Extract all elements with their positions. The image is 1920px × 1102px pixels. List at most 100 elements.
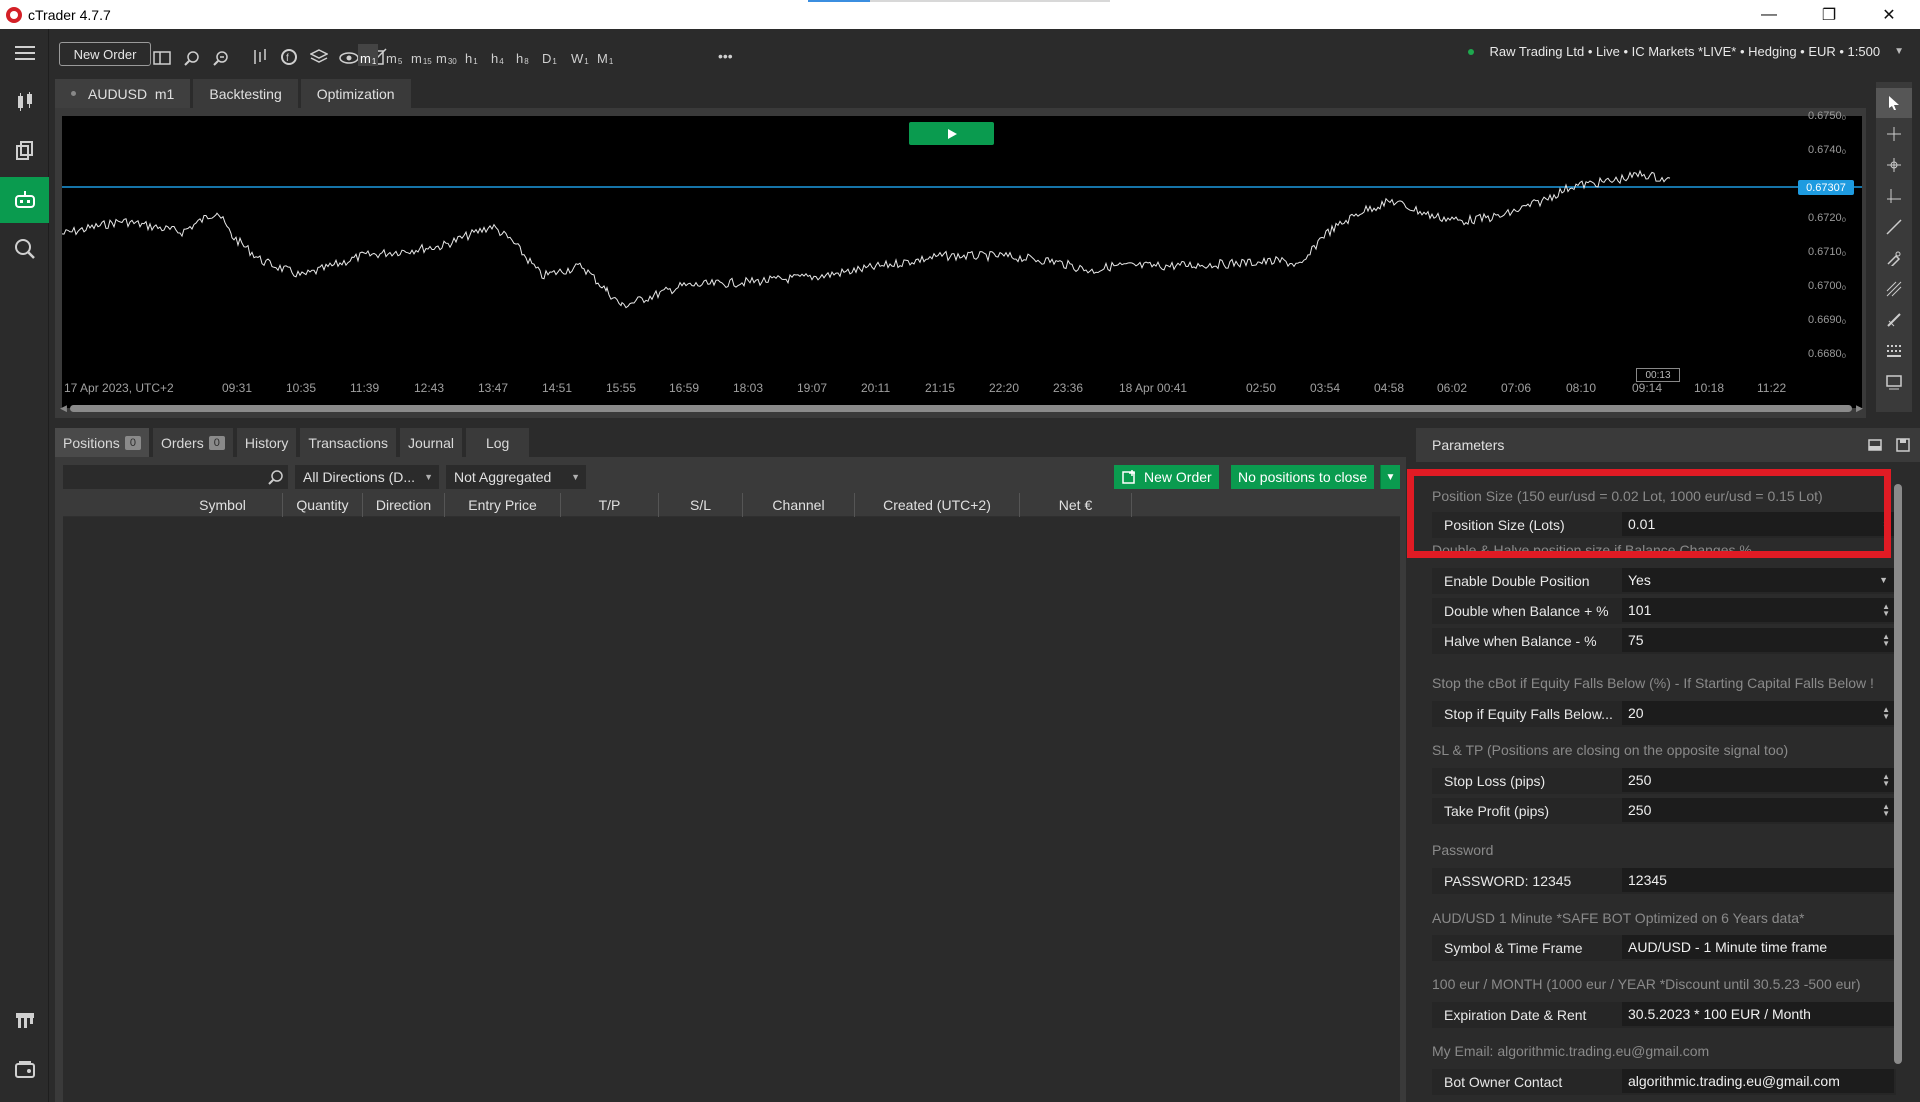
new-order-button[interactable]: New Order xyxy=(59,42,151,66)
parameter-value: 20 xyxy=(1628,705,1644,721)
positions-search-input[interactable] xyxy=(63,465,288,489)
minimize-panel-icon[interactable] xyxy=(1868,439,1882,451)
time-tick-label: 08:10 xyxy=(1566,381,1597,395)
account-selector[interactable]: Raw Trading Ltd • Live • IC Markets *LIV… xyxy=(1467,44,1904,59)
direction-filter-dropdown[interactable]: All Directions (D... ▼ xyxy=(295,465,439,489)
cursor-icon[interactable] xyxy=(1876,88,1912,118)
spinner-arrows-icon[interactable]: ▲ ▼ xyxy=(1882,706,1890,721)
parameter-input[interactable]: 12345 xyxy=(1622,868,1894,892)
layout-icon[interactable] xyxy=(153,44,171,66)
positions-new-order-button[interactable]: New Order xyxy=(1114,465,1219,489)
wallet-icon[interactable] xyxy=(0,1046,49,1092)
chart-type-icon[interactable] xyxy=(251,44,269,66)
tab-history[interactable]: History xyxy=(236,428,297,457)
parameter-name: Double when Balance + % xyxy=(1444,603,1609,619)
column-header[interactable]: Created (UTC+2) xyxy=(855,493,1020,517)
parameter-name: Expiration Date & Rent xyxy=(1444,1007,1587,1023)
store-icon[interactable] xyxy=(0,997,49,1043)
parameter-input[interactable]: 250 ▲ ▼ xyxy=(1622,798,1894,822)
timeframe-D1[interactable]: D1 xyxy=(542,44,557,66)
parameter-input[interactable]: 250 ▲ ▼ xyxy=(1622,768,1894,792)
analyze-icon[interactable] xyxy=(0,226,49,272)
chart-container xyxy=(55,108,1866,418)
time-tick-label: 18 Apr 00:41 xyxy=(1119,381,1188,395)
timeframe-h8[interactable]: h8 xyxy=(516,44,529,66)
spinner-arrows-icon[interactable]: ▲ ▼ xyxy=(1882,603,1890,618)
scroll-left-icon[interactable]: ◀ xyxy=(60,403,67,414)
timeframe-W1[interactable]: W1 xyxy=(571,44,589,66)
indicators-icon[interactable]: f xyxy=(280,44,298,66)
parameter-input[interactable]: AUD/USD - 1 Minute time frame xyxy=(1622,935,1894,959)
parameter-select[interactable]: Yes ▼ xyxy=(1622,568,1894,592)
column-header[interactable]: Entry Price xyxy=(445,493,561,517)
timeframe-h1[interactable]: h1 xyxy=(465,44,478,66)
tab-positions[interactable]: Positions 0 xyxy=(55,428,149,457)
time-tick-label: 10:18 xyxy=(1694,381,1725,395)
comment-icon[interactable] xyxy=(1876,367,1912,397)
price-chart[interactable] xyxy=(62,116,1862,408)
column-header[interactable]: S/L xyxy=(659,493,743,517)
parameter-input[interactable]: 20 ▲ ▼ xyxy=(1622,701,1894,725)
trend-line-icon[interactable] xyxy=(1876,212,1912,242)
grid-dots-icon[interactable] xyxy=(1876,336,1912,366)
parameter-input[interactable]: 30.5.2023 * 100 EUR / Month xyxy=(1622,1002,1894,1026)
minimize-button[interactable]: — xyxy=(1740,0,1798,29)
parameter-input[interactable]: 101 ▲ ▼ xyxy=(1622,598,1894,622)
copy-icon[interactable] xyxy=(0,128,49,174)
menu-icon[interactable] xyxy=(0,30,49,76)
timeframe-m30[interactable]: m 30 xyxy=(436,44,457,66)
timeframe-m5[interactable]: m5 xyxy=(386,44,402,66)
tab-status-icon xyxy=(71,91,76,96)
column-header[interactable]: Quantity xyxy=(283,493,363,517)
parameters-scrollbar[interactable] xyxy=(1894,484,1902,1064)
spinner-arrows-icon[interactable]: ▲ ▼ xyxy=(1882,803,1890,818)
spinner-arrows-icon[interactable]: ▲ ▼ xyxy=(1882,773,1890,788)
column-header[interactable]: Channel xyxy=(743,493,855,517)
column-header[interactable]: T/P xyxy=(561,493,659,517)
eye-icon[interactable] xyxy=(339,44,359,66)
measure-icon[interactable] xyxy=(1876,181,1912,211)
close-button[interactable]: ✕ xyxy=(1860,0,1918,29)
chart-horizontal-scrollbar[interactable] xyxy=(70,405,1852,412)
timeframe-h4[interactable]: h4 xyxy=(491,44,504,66)
fibonacci-icon[interactable] xyxy=(1876,274,1912,304)
tab-orders[interactable]: Orders 0 xyxy=(152,428,233,457)
tab-optimization[interactable]: Optimization xyxy=(300,79,411,108)
close-positions-button[interactable]: No positions to close xyxy=(1231,465,1375,489)
tab-transactions[interactable]: Transactions xyxy=(300,428,397,457)
brush-icon[interactable] xyxy=(1876,305,1912,335)
scroll-right-icon[interactable]: ▶ xyxy=(1856,403,1863,414)
candle-countdown: 00:13 xyxy=(1636,368,1680,382)
more-icon[interactable]: ••• xyxy=(718,42,733,64)
aggregation-dropdown[interactable]: Not Aggregated ▼ xyxy=(446,465,586,489)
spinner-arrows-icon[interactable]: ▲ ▼ xyxy=(1882,633,1890,648)
tab-journal[interactable]: Journal xyxy=(400,428,462,457)
tab-backtesting[interactable]: Backtesting xyxy=(193,79,298,108)
zoom-in-icon[interactable] xyxy=(213,44,229,66)
trade-icon[interactable] xyxy=(0,79,49,125)
column-header[interactable]: Net € xyxy=(1020,493,1132,517)
tab-audusd[interactable]: AUDUSD m1 xyxy=(55,79,191,108)
column-header[interactable]: Direction xyxy=(363,493,445,517)
tab-log[interactable]: Log xyxy=(465,428,530,457)
timeframe-M1[interactable]: M1 xyxy=(597,44,613,66)
column-header[interactable]: Symbol xyxy=(163,493,283,517)
timeframe-m15[interactable]: m 15 xyxy=(411,44,432,66)
automate-icon[interactable] xyxy=(0,177,49,223)
time-tick-label: 20:11 xyxy=(861,381,891,395)
crosshair-icon[interactable] xyxy=(1876,119,1912,149)
title-bar: cTrader 4.7.7 — ❐ ✕ xyxy=(0,0,1920,29)
pen-icon[interactable] xyxy=(1876,243,1912,273)
layers-icon[interactable] xyxy=(310,44,328,66)
zoom-cross-icon[interactable] xyxy=(1876,150,1912,180)
restore-button[interactable]: ❐ xyxy=(1800,0,1858,29)
zoom-out-icon[interactable] xyxy=(184,44,200,66)
left-sidebar xyxy=(0,29,49,1102)
settings-gear-icon[interactable] xyxy=(0,1095,49,1102)
timeframe-m1[interactable]: m1 xyxy=(358,44,379,66)
parameter-input[interactable]: 75 ▲ ▼ xyxy=(1622,628,1894,652)
parameter-input[interactable]: algorithmic.trading.eu@gmail.com xyxy=(1622,1069,1894,1093)
close-positions-menu-chevron-icon[interactable]: ▼ xyxy=(1380,465,1400,489)
play-button[interactable] xyxy=(909,122,994,145)
save-icon[interactable] xyxy=(1896,438,1910,452)
